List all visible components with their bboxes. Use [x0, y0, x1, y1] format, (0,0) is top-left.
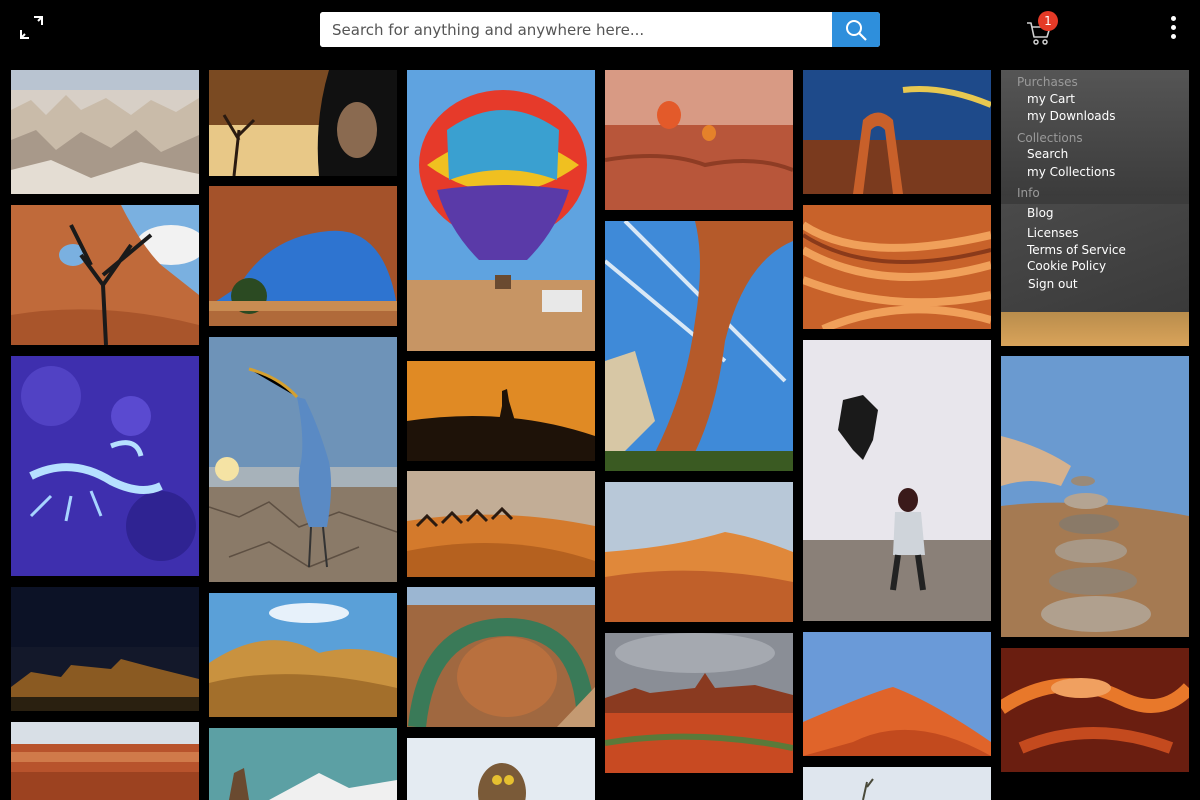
- cart-count-badge: 1: [1038, 11, 1058, 31]
- horseshoe-bend-photo[interactable]: [407, 587, 595, 727]
- red-rock-canyon-photo[interactable]: [11, 722, 199, 800]
- antelope-canyon-photo[interactable]: [1001, 648, 1189, 772]
- menu-backdrop-sand: [1001, 312, 1189, 346]
- night-canyon-photo[interactable]: [11, 587, 199, 711]
- menu-item-sign-out[interactable]: Sign out: [1028, 277, 1078, 291]
- glowing-scorpion-photo[interactable]: [11, 356, 199, 576]
- menu-section-purchases: Purchases: [1017, 75, 1078, 89]
- search-input[interactable]: [320, 12, 830, 47]
- desert-plant-photo[interactable]: [803, 767, 991, 800]
- menu-item-my-downloads[interactable]: my Downloads: [1027, 109, 1116, 123]
- top-bar: 1: [0, 0, 1200, 62]
- badlands-hoodoos-photo[interactable]: [11, 70, 199, 194]
- search-button[interactable]: [832, 12, 880, 47]
- rock-arch-sky-photo[interactable]: [605, 221, 793, 471]
- menu-item-terms-of-service[interactable]: Terms of Service: [1027, 243, 1126, 257]
- orange-dunes-photo[interactable]: [605, 482, 793, 622]
- delicate-arch-photo[interactable]: [803, 70, 991, 194]
- old-woman-desert-photo[interactable]: [209, 70, 397, 176]
- snow-mountain-rock-photo[interactable]: [209, 728, 397, 800]
- menu-item-blog[interactable]: Blog: [1027, 206, 1054, 220]
- balloons-over-desert-photo[interactable]: [605, 70, 793, 210]
- expand-icon[interactable]: [18, 14, 46, 42]
- menu-item-my-cart[interactable]: my Cart: [1027, 92, 1075, 106]
- menu-item-licenses[interactable]: Licenses: [1027, 226, 1079, 240]
- kebab-menu-icon[interactable]: [1165, 14, 1181, 44]
- wave-sandstone-photo[interactable]: [803, 205, 991, 329]
- search-bar: [320, 12, 880, 47]
- menu-item-cookie-policy[interactable]: Cookie Policy: [1027, 259, 1106, 273]
- menu-section-info: Info: [1017, 186, 1040, 200]
- sand-dunes-photo[interactable]: [209, 593, 397, 717]
- menu-item-search[interactable]: Search: [1027, 147, 1068, 161]
- hot-air-balloon-photo[interactable]: [407, 70, 595, 351]
- menu-item-my-collections[interactable]: my Collections: [1027, 165, 1115, 179]
- search-icon: [846, 19, 867, 41]
- account-menu-panel: Purchases my Cart my Downloads Collectio…: [1001, 70, 1189, 346]
- desert-tree-arch-photo[interactable]: [11, 205, 199, 345]
- red-dune-people-photo[interactable]: [803, 632, 991, 756]
- woman-throwing-cloth-photo[interactable]: [803, 340, 991, 621]
- heron-dry-ground-photo[interactable]: [209, 337, 397, 582]
- owl-photo[interactable]: [407, 738, 595, 800]
- stone-cairn-photo[interactable]: [1001, 356, 1189, 637]
- natural-arch-photo[interactable]: [209, 186, 397, 326]
- menu-section-collections: Collections: [1017, 131, 1083, 145]
- camel-silhouette-photo[interactable]: [407, 361, 595, 461]
- cart-button[interactable]: 1: [1026, 11, 1066, 46]
- monument-valley-photo[interactable]: [605, 633, 793, 773]
- camel-caravan-photo[interactable]: [407, 471, 595, 577]
